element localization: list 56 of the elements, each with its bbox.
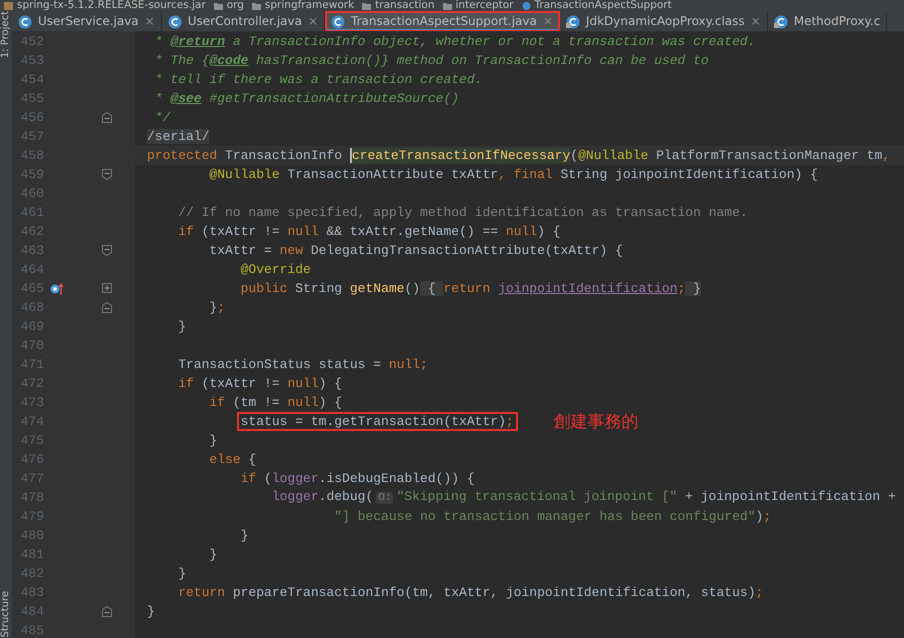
code-line: } [177,565,186,583]
code-line: @Override [240,261,311,279]
breadcrumb-item[interactable]: spring-tx-5.1.2.RELEASE-sources.jar [17,0,206,11]
code-line: if (tm != null) { [208,394,342,412]
annotation-note: 創建事務的 [554,412,639,431]
class-icon [566,14,580,28]
class-icon [168,14,182,28]
code-line: txAttr = new DelegatingTransactionAttribute(txAttr) { [208,242,623,260]
collapse-icon[interactable] [102,112,112,123]
code-line: TransactionStatus status = null; [177,356,428,374]
class-icon [331,14,346,28]
jar-icon [4,2,13,10]
code-line: protected TransactionInfo createTransactionIfNecessary(@Nullable PlatformTransactionManager tm, [147,147,890,165]
code-line: logger.debug( O: "Skipping transactional joinpoint [" + joinpointIdentification + [270,488,896,506]
code-line: */ [154,109,170,127]
code-line: if (logger.isDebugEnabled()) { [240,470,475,488]
editor-tab[interactable]: MethodProxy.c [768,11,888,31]
code-line: } [208,546,218,564]
class-icon [522,2,530,10]
code-line: * @return a TransactionInfo object, whether or not a transaction was created. [154,33,756,51]
code-line: // If no name specified, apply method identification as transaction name. [177,204,748,222]
code-line: * tell if there was a transaction created. [154,71,482,89]
code-line: return prepareTransactionInfo(tm, txAttr, joinpointIdentification, status); [177,584,764,602]
code-line: * The {@code hasTransaction()} method on TransactionInfo can be used to [154,52,709,70]
collapse-icon[interactable] [102,245,112,256]
editor-tab[interactable]: JdkDynamicAopProxy.class × [560,11,768,31]
code-line: else { [208,451,256,469]
code-line: } [177,318,186,336]
collapse-icon[interactable] [102,606,112,617]
code-line: public String getName() { return joinpointIdentification; } [240,280,701,298]
code-line: if (txAttr != null) { [177,375,342,393]
code-line: } [208,432,218,450]
breadcrumb-item[interactable]: org [226,0,244,11]
code-line: }; [208,299,226,317]
expand-icon[interactable] [102,283,112,294]
breadcrumb-item[interactable]: interceptor [456,0,514,11]
code-line: if (txAttr != null && txAttr.getName() == null) { [177,223,561,241]
breadcrumb-item[interactable]: transaction [375,0,434,11]
code-line: } [147,603,155,621]
code-line: } [240,527,248,545]
close-icon[interactable]: × [144,11,155,31]
structure-tool-label[interactable]: Structure [0,591,12,638]
breadcrumb-item[interactable]: TransactionAspectSupport [534,0,672,11]
code-line: "] because no transaction manager has been configured"); [333,508,772,526]
code-line: * @see #getTransactionAttributeSource() [154,90,460,108]
breadcrumb-item[interactable]: springframework [264,0,354,11]
class-icon [18,14,32,28]
close-icon[interactable]: × [308,11,318,31]
editor-tab[interactable]: TransactionAspectSupport.java × [325,11,560,31]
project-tool-label[interactable]: 1: Project [0,11,12,58]
class-icon [774,14,788,28]
code-line: @Nullable TransactionAttribute txAttr, final String joinpointIdentification) { [208,166,818,184]
collapse-icon[interactable] [102,169,112,180]
circle-arrow-icon [50,282,64,296]
close-icon[interactable]: × [750,11,761,31]
collapse-icon[interactable] [102,302,112,313]
